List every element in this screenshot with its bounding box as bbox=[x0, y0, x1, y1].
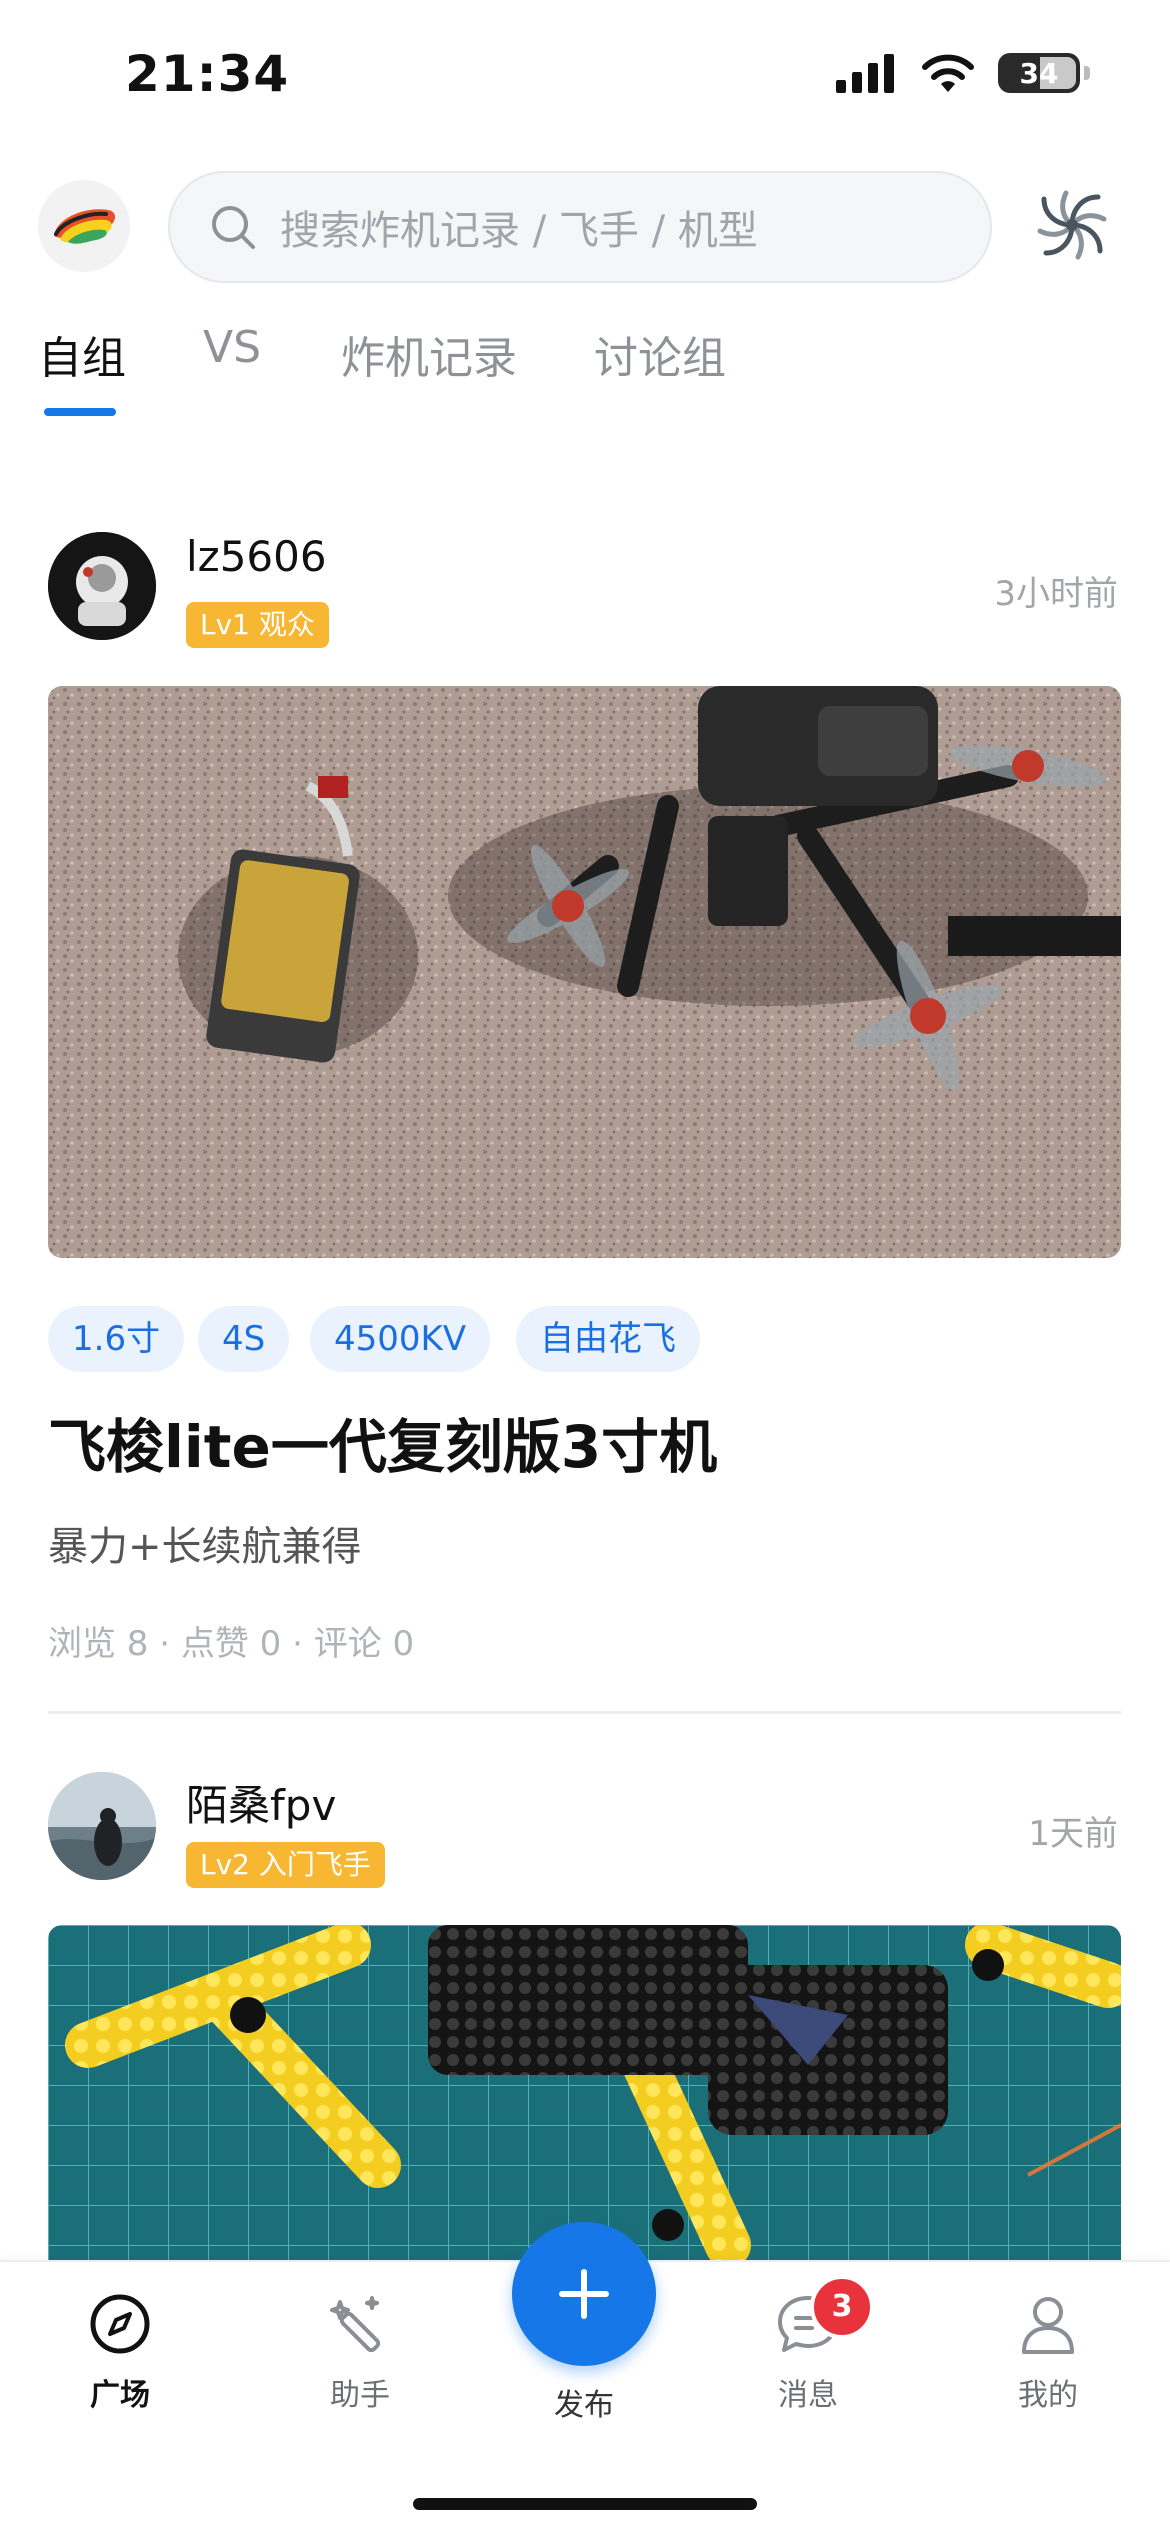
logo-icon bbox=[54, 209, 116, 244]
tag-kv[interactable]: 4500KV bbox=[310, 1306, 491, 1372]
status-bar: 21:34 34 bbox=[0, 0, 1170, 150]
message-count-badge: 3 bbox=[810, 2275, 874, 2339]
level-badge: Lv1 观众 bbox=[186, 602, 329, 648]
tab-crash-records[interactable]: 炸机记录 bbox=[341, 322, 517, 386]
battery-icon: 34 bbox=[998, 53, 1080, 93]
home-indicator[interactable] bbox=[413, 2498, 757, 2510]
tag-size[interactable]: 1.6寸 bbox=[48, 1306, 185, 1372]
nav-label: 我的 bbox=[1018, 2378, 1078, 2413]
tab-active-indicator bbox=[44, 408, 116, 416]
post-time: 1天前 bbox=[1028, 1814, 1118, 1854]
nav-label: 助手 bbox=[330, 2378, 390, 2413]
post-description: 暴力+长续航兼得 bbox=[48, 1524, 362, 1570]
avatar[interactable] bbox=[48, 1772, 156, 1880]
tab-self-built[interactable]: 自组 bbox=[38, 322, 126, 386]
tab-vs[interactable]: VS bbox=[203, 322, 261, 373]
post-stats: 浏览 8 · 点赞 0 · 评论 0 bbox=[48, 1624, 415, 1664]
post-image[interactable] bbox=[48, 686, 1121, 1258]
avatar[interactable] bbox=[48, 532, 156, 640]
compass-icon bbox=[90, 2294, 150, 2354]
post-image[interactable] bbox=[48, 1925, 1121, 2265]
signal-icon bbox=[836, 54, 894, 93]
post-divider bbox=[48, 1711, 1121, 1714]
nav-label: 消息 bbox=[778, 2378, 838, 2413]
avatar-image bbox=[48, 532, 156, 640]
username[interactable]: 陌桑fpv bbox=[186, 1772, 336, 1833]
nav-assistant[interactable]: 助手 bbox=[280, 2292, 440, 2414]
post-title[interactable]: 飞梭lite一代复刻版3寸机 bbox=[48, 1400, 717, 1484]
nav-profile[interactable]: 我的 bbox=[968, 2292, 1128, 2414]
nav-label: 广场 bbox=[90, 2378, 150, 2413]
bead-drone-photo bbox=[48, 1925, 1121, 2265]
battery-level: 34 bbox=[1019, 56, 1059, 90]
avatar-image bbox=[48, 1772, 156, 1880]
search-placeholder: 搜索炸机记录 / 飞手 / 机型 bbox=[280, 208, 758, 254]
spiral-icon[interactable] bbox=[1032, 185, 1112, 265]
app-logo[interactable] bbox=[38, 180, 130, 272]
plus-icon bbox=[559, 2269, 609, 2319]
search-bar[interactable]: 搜索炸机记录 / 飞手 / 机型 bbox=[168, 171, 992, 283]
tag-style[interactable]: 自由花飞 bbox=[516, 1306, 700, 1372]
magic-wand-icon bbox=[330, 2296, 381, 2353]
wifi-icon bbox=[922, 54, 974, 92]
status-time: 21:34 bbox=[125, 45, 290, 103]
publish-button[interactable] bbox=[512, 2222, 656, 2366]
nav-square[interactable]: 广场 bbox=[40, 2292, 200, 2414]
search-icon bbox=[212, 206, 255, 249]
publish-label[interactable]: 发布 bbox=[512, 2380, 656, 2424]
drone-photo bbox=[48, 686, 1121, 1258]
tab-discussion[interactable]: 讨论组 bbox=[594, 322, 726, 386]
tag-cells[interactable]: 4S bbox=[198, 1306, 290, 1372]
username[interactable]: lz5606 bbox=[186, 532, 327, 581]
level-badge: Lv2 入门飞手 bbox=[186, 1842, 385, 1888]
post-time: 3小时前 bbox=[994, 574, 1118, 614]
user-icon bbox=[1022, 2297, 1074, 2354]
